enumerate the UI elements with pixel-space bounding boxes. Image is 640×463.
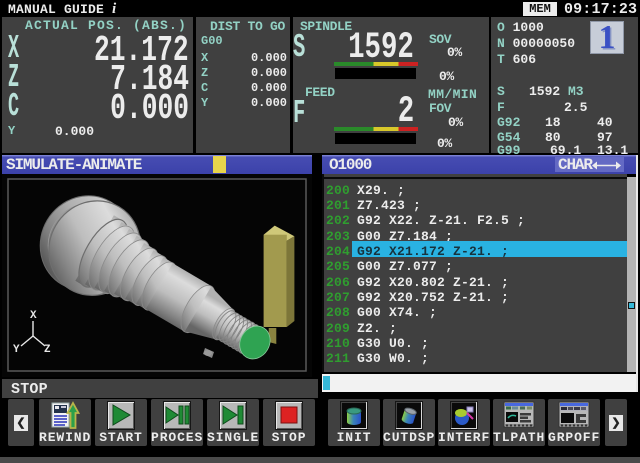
svg-text:Y: Y (13, 344, 20, 356)
svg-text:Z: Z (44, 344, 51, 356)
svg-text:X: X (30, 310, 37, 322)
